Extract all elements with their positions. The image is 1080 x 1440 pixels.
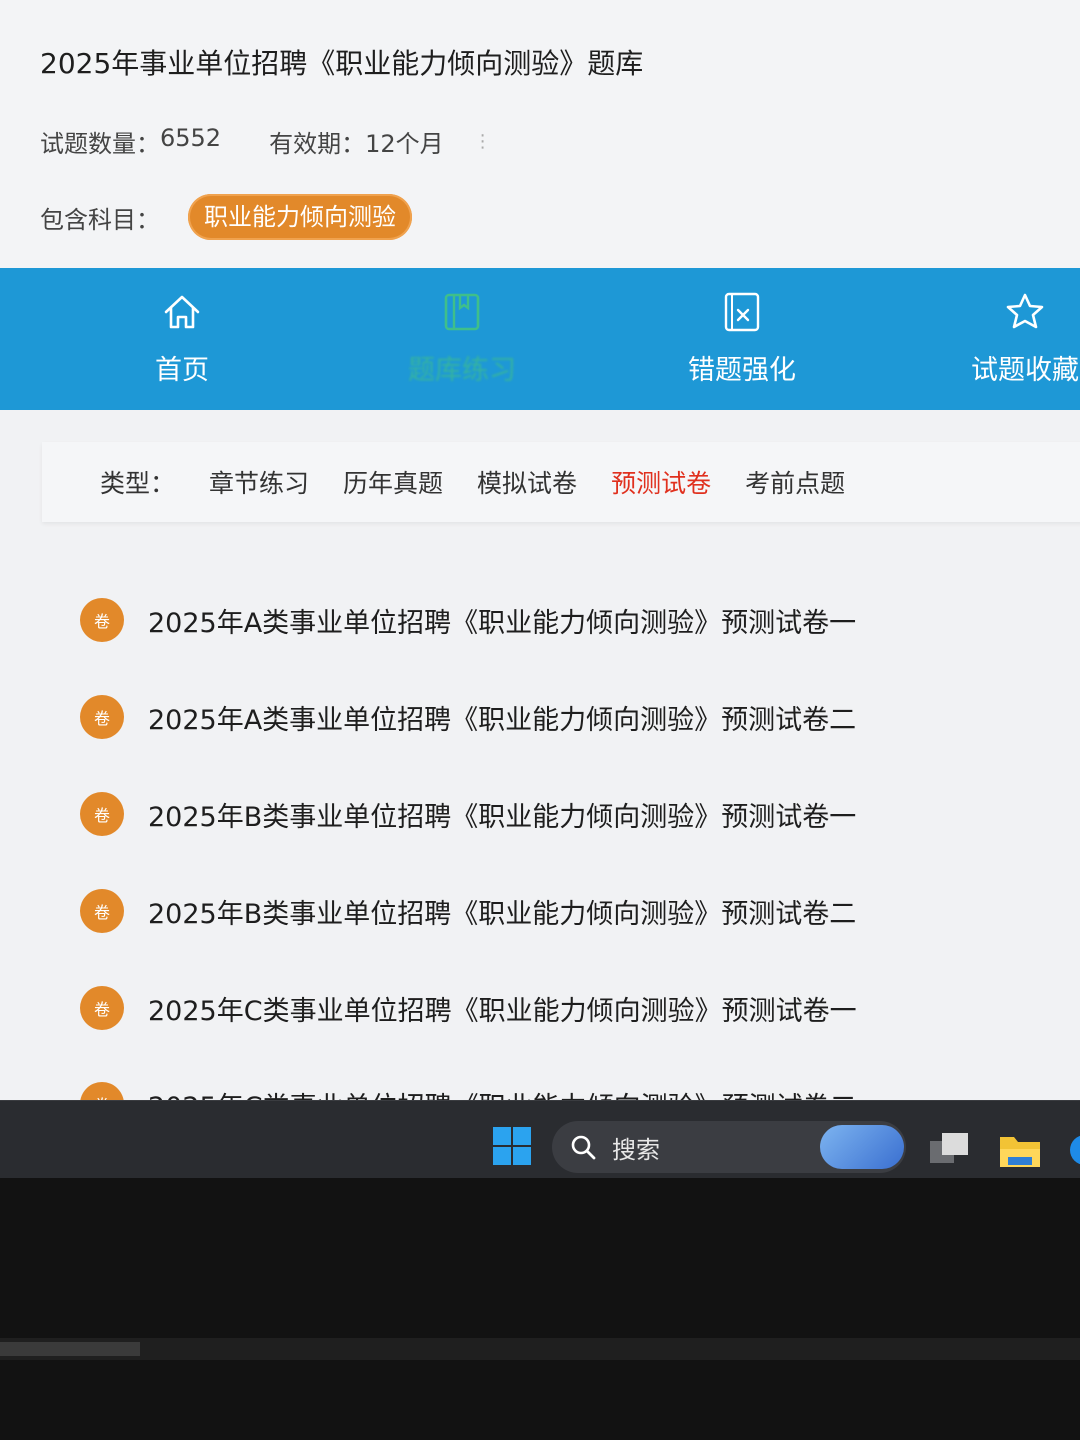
list-item[interactable]: 卷 2025年C类事业单位招聘《职业能力倾向测验》预测试卷二 <box>80 1080 980 1100</box>
windows-start-icon[interactable] <box>493 1127 531 1165</box>
paper-title[interactable]: 2025年B类事业单位招聘《职业能力倾向测验》预测试卷二 <box>148 892 856 931</box>
subjects-label: 包含科目： <box>40 205 160 234</box>
nav-label-mistakes: 错题强化 <box>688 355 796 386</box>
question-count-label: 试题数量： <box>40 130 160 158</box>
task-view-icon[interactable] <box>928 1131 970 1165</box>
page-title: 2025年事业单位招聘《职业能力倾向测验》题库 <box>40 47 644 80</box>
windows-taskbar: 搜索 <box>0 1100 1080 1178</box>
type-tab-mock[interactable]: 模拟试卷 <box>477 464 577 500</box>
search-placeholder: 搜索 <box>612 1135 660 1164</box>
taskbar-search[interactable]: 搜索 <box>552 1121 906 1173</box>
paper-badge-icon: 卷 <box>80 598 124 642</box>
edge-icon[interactable] <box>1070 1135 1080 1165</box>
subject-pill[interactable]: 职业能力倾向测验 <box>188 194 412 240</box>
type-label: 类型： <box>100 469 176 498</box>
main-nav: 首页 题库练习 错题强化 试题收藏 <box>0 268 1080 410</box>
validity: 有效期： 12个月 <box>269 124 444 159</box>
nav-label-home: 首页 <box>155 355 209 386</box>
list-item[interactable]: 卷 2025年A类事业单位招聘《职业能力倾向测验》预测试卷二 <box>80 693 980 741</box>
question-count-value: 6552 <box>160 124 222 152</box>
paper-title[interactable]: 2025年B类事业单位招聘《职业能力倾向测验》预测试卷一 <box>148 795 856 834</box>
nav-item-favorites[interactable]: 试题收藏 <box>925 268 1080 410</box>
nav-label-practice: 题库练习 <box>408 355 516 386</box>
type-tab-past-exams[interactable]: 历年真题 <box>343 464 443 500</box>
question-count: 试题数量： 6552 <box>40 124 221 159</box>
nav-item-practice[interactable]: 题库练习 <box>362 268 562 410</box>
validity-label: 有效期： <box>269 130 366 158</box>
validity-value: 12个月 <box>365 130 444 158</box>
laptop-bezel <box>0 1178 1080 1440</box>
home-icon <box>164 295 200 329</box>
list-item[interactable]: 卷 2025年C类事业单位招聘《职业能力倾向测验》预测试卷一 <box>80 984 980 1032</box>
meta-row: 试题数量： 6552 有效期： 12个月 ⋮ <box>40 124 492 159</box>
nav-item-home[interactable]: 首页 <box>82 268 282 410</box>
paper-badge-icon: 卷 <box>80 695 124 739</box>
error-doc-icon <box>724 292 760 332</box>
paper-badge-icon: 卷 <box>80 889 124 933</box>
list-item[interactable]: 卷 2025年B类事业单位招聘《职业能力倾向测验》预测试卷二 <box>80 887 980 935</box>
paper-title[interactable]: 2025年A类事业单位招聘《职业能力倾向测验》预测试卷一 <box>148 601 856 640</box>
more-dots-icon: ⋮ <box>473 131 492 152</box>
laptop-hinge <box>0 1338 1080 1360</box>
file-explorer-icon[interactable] <box>998 1133 1042 1169</box>
type-filter-bar: 类型： 章节练习 历年真题 模拟试卷 预测试卷 考前点题 <box>42 442 1080 522</box>
browser-viewport: 2025年事业单位招聘《职业能力倾向测验》题库 试题数量： 6552 有效期： … <box>0 0 1080 1100</box>
hinge-highlight <box>0 1342 140 1356</box>
type-tab-pre-exam[interactable]: 考前点题 <box>745 464 845 500</box>
nav-item-mistakes[interactable]: 错题强化 <box>642 268 842 410</box>
search-icon <box>571 1135 596 1160</box>
type-tab-predicted[interactable]: 预测试卷 <box>611 464 711 500</box>
list-item[interactable]: 卷 2025年A类事业单位招聘《职业能力倾向测验》预测试卷一 <box>80 596 980 644</box>
subject-row: 包含科目： 职业能力倾向测验 <box>40 194 412 240</box>
star-icon <box>1006 293 1044 329</box>
paper-badge-icon: 卷 <box>80 792 124 836</box>
book-icon <box>444 293 480 331</box>
search-highlight-icon <box>820 1125 904 1169</box>
type-tab-chapter[interactable]: 章节练习 <box>209 464 309 500</box>
paper-title[interactable]: 2025年C类事业单位招聘《职业能力倾向测验》预测试卷一 <box>148 989 857 1028</box>
list-item[interactable]: 卷 2025年B类事业单位招聘《职业能力倾向测验》预测试卷一 <box>80 790 980 838</box>
paper-title[interactable]: 2025年C类事业单位招聘《职业能力倾向测验》预测试卷二 <box>148 1085 857 1101</box>
nav-label-favorites: 试题收藏 <box>971 355 1079 386</box>
paper-badge-icon: 卷 <box>80 986 124 1030</box>
paper-badge-icon: 卷 <box>80 1082 124 1100</box>
paper-title[interactable]: 2025年A类事业单位招聘《职业能力倾向测验》预测试卷二 <box>148 698 856 737</box>
bank-header: 2025年事业单位招聘《职业能力倾向测验》题库 试题数量： 6552 有效期： … <box>0 0 1080 268</box>
